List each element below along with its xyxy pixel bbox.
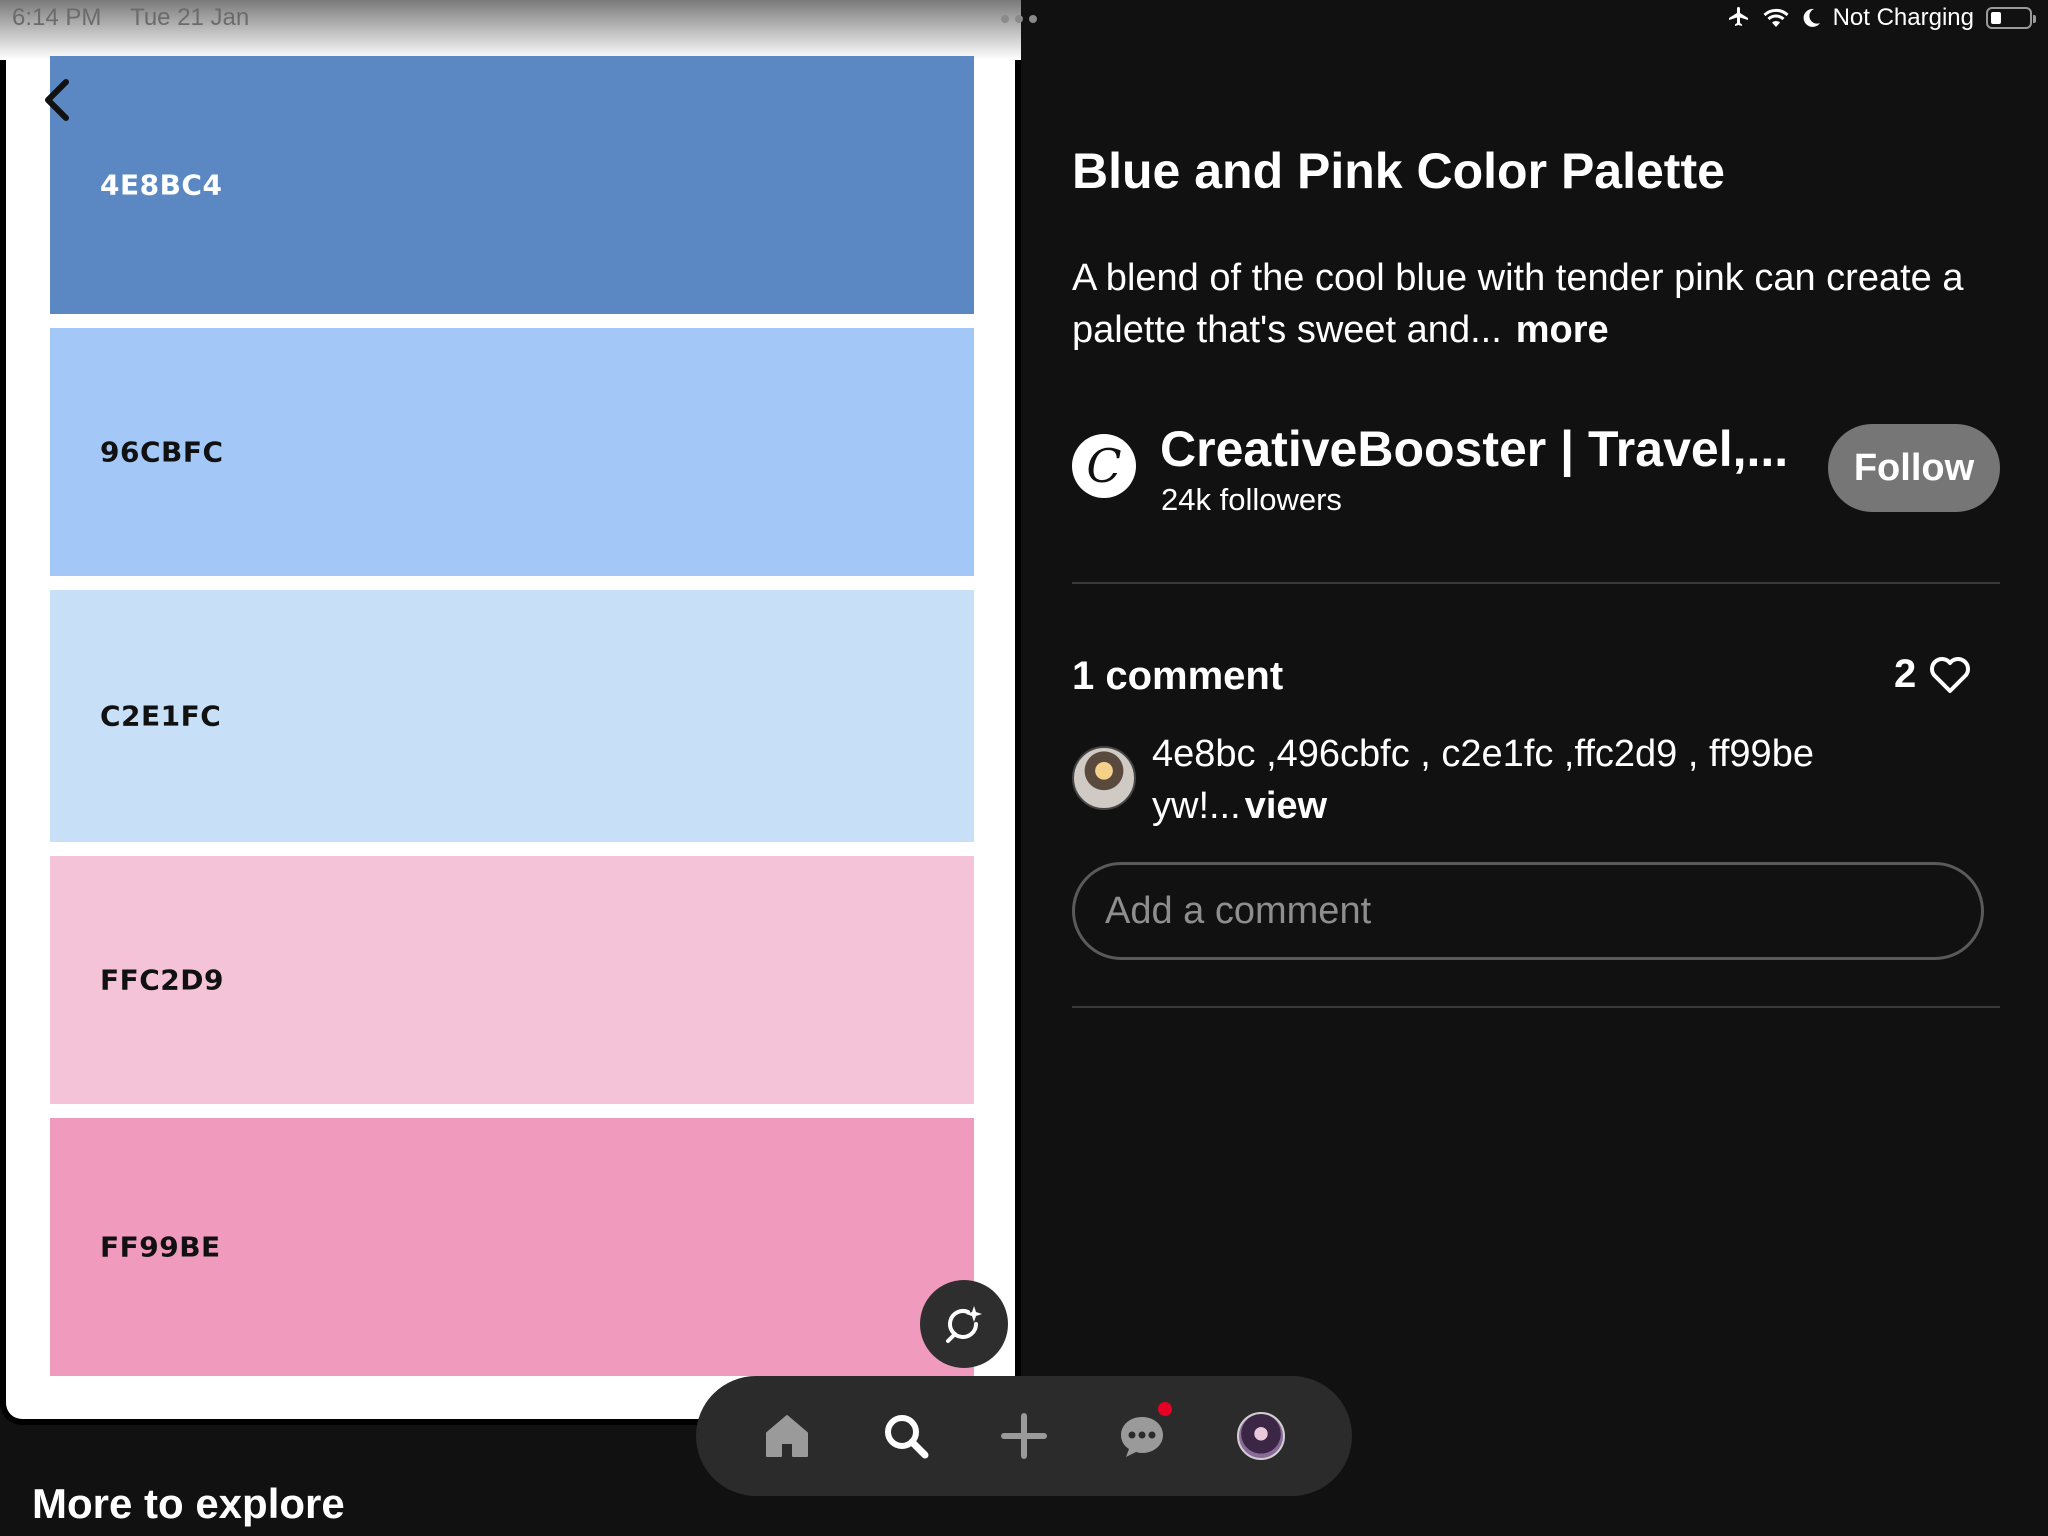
pin-title: Blue and Pink Color Palette [1072,143,1725,199]
notification-dot [1158,1402,1173,1416]
wifi-icon [1763,8,1789,27]
status-bar-right: Not Charging [1727,4,2036,32]
swatch-label: FF99BE [100,1230,221,1264]
color-swatch: FF99BE [50,1118,974,1376]
status-bar-left: 6:14 PM Tue 21 Jan [12,4,249,32]
divider [1072,582,2000,584]
creator-followers: 24k followers [1161,482,1342,517]
profile-avatar [1236,1412,1285,1460]
plus-icon [1000,1413,1047,1459]
messages-icon [1121,1417,1164,1457]
swatch-label: C2E1FC [100,699,222,733]
tab-create[interactable] [992,1404,1056,1468]
swatch-label: 96CBFC [100,435,224,469]
home-icon [766,1415,809,1457]
tab-messages[interactable] [1110,1402,1174,1468]
color-swatch: FFC2D9 [50,856,974,1104]
swatch-label: 4E8BC4 [100,168,223,202]
follow-button[interactable]: Follow [1828,424,2000,512]
color-swatch: C2E1FC [50,590,974,842]
more-to-explore-heading: More to explore [32,1480,345,1527]
add-comment-input[interactable] [1072,862,1984,960]
heart-icon[interactable] [1928,655,1972,695]
comment-text: 4e8bc ,496cbfc , c2e1fc ,ffc2d9 , ff99be… [1152,728,1992,832]
pin-description: A blend of the cool blue with tender pin… [1072,252,1972,356]
divider [1072,1006,2000,1008]
back-button[interactable] [38,74,78,126]
lens-search-icon [946,1306,982,1343]
more-link[interactable]: more [1516,309,1609,351]
color-swatch: 96CBFC [50,328,974,576]
search-icon [884,1415,929,1459]
multitasking-handle[interactable] [1001,15,1037,23]
commenter-avatar[interactable] [1072,746,1136,810]
moon-icon [1803,8,1820,27]
status-time: 6:14 PM [12,4,102,31]
charging-status: Not Charging [1832,4,1974,31]
bottom-tab-bar [696,1376,1352,1496]
airplane-icon [1728,7,1748,26]
comments-count: 1 comment [1072,654,1284,698]
tab-search[interactable] [874,1404,938,1468]
swatch-label: FFC2D9 [100,963,225,997]
visual-search-button[interactable] [920,1280,1008,1368]
creator-avatar-letter: C [1086,439,1122,493]
battery-icon [1986,7,2036,29]
color-swatch: 4E8BC4 [50,56,974,314]
like-count: 2 [1894,652,1917,696]
status-date: Tue 21 Jan [130,4,250,31]
view-comment-link[interactable]: view [1245,785,1327,827]
tab-profile[interactable] [1229,1404,1293,1468]
creator-avatar[interactable]: C [1072,434,1136,498]
likes: 2 [1894,652,1972,697]
creator-name[interactable]: CreativeBooster | Travel,... [1160,420,1788,478]
tab-home[interactable] [755,1404,819,1468]
chevron-left-icon [45,79,69,121]
